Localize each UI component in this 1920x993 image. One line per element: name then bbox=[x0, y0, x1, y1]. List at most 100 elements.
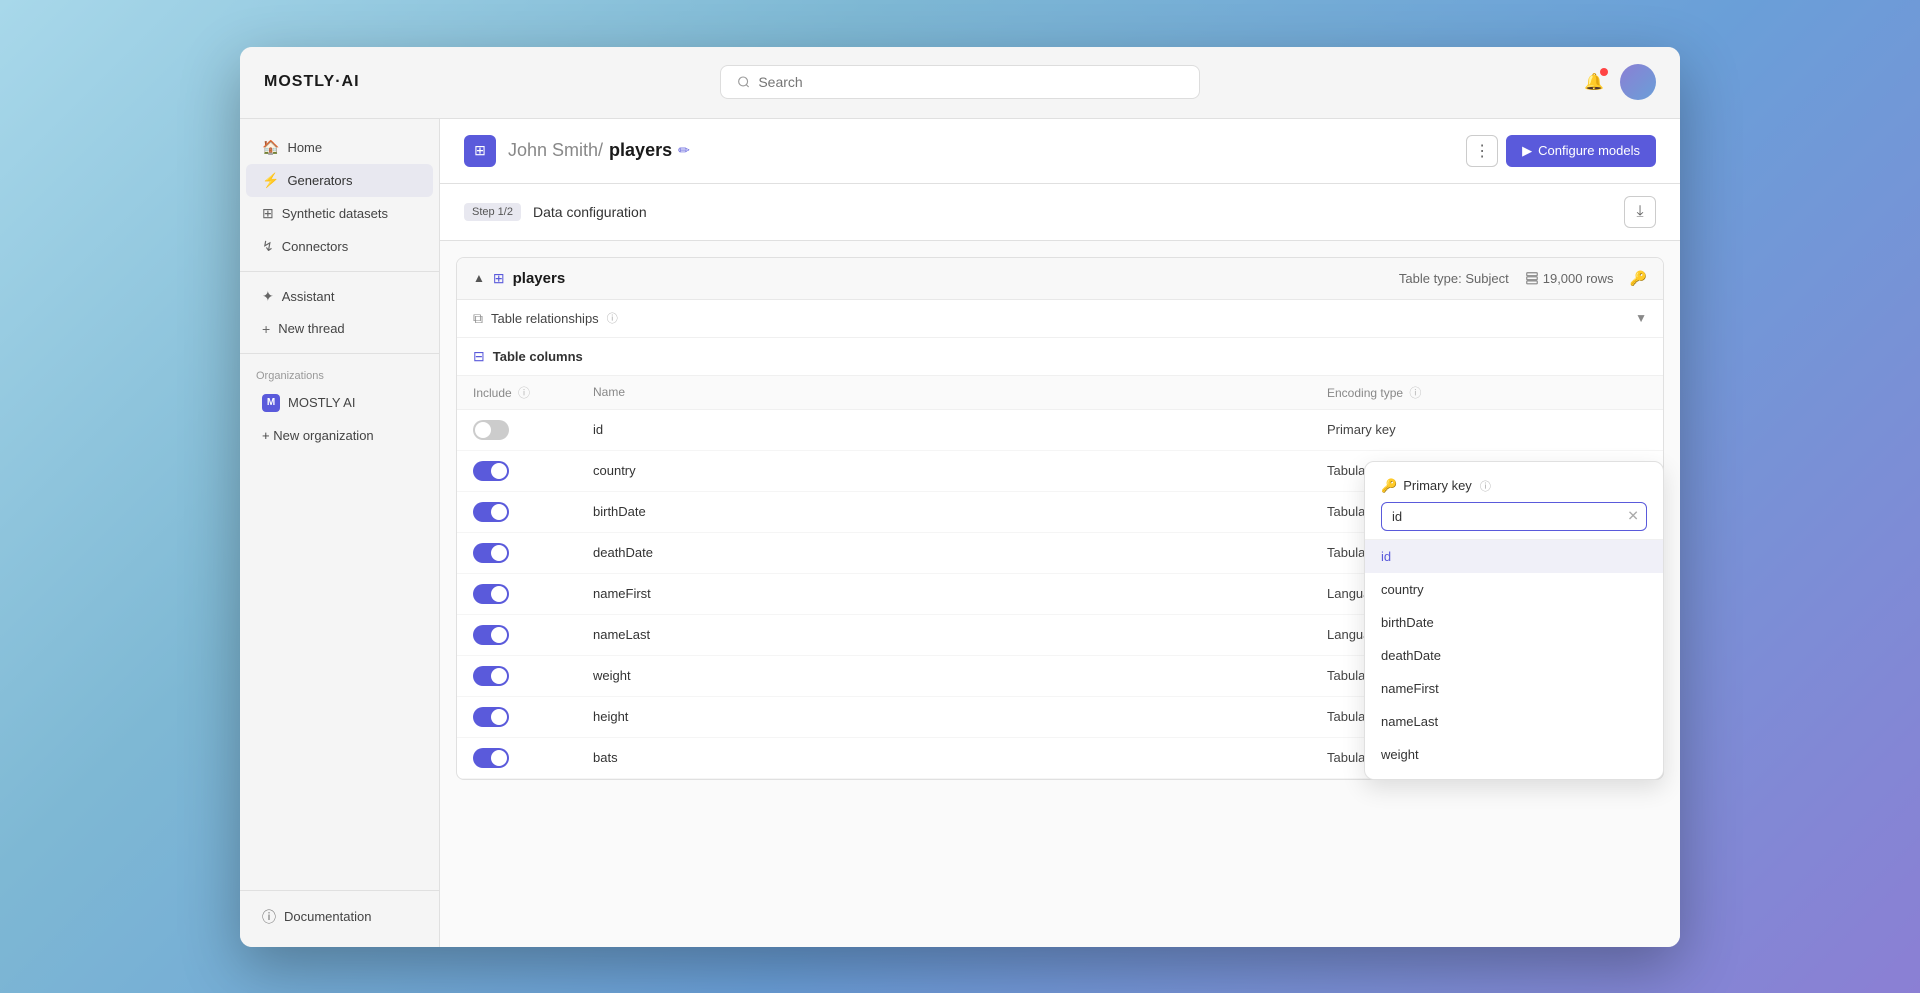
sidebar-label-new-thread: New thread bbox=[278, 321, 344, 336]
sidebar-item-mostly-ai[interactable]: M MOSTLY AI bbox=[246, 386, 433, 420]
sidebar-label-connectors: Connectors bbox=[282, 239, 348, 254]
pk-key-icon: 🔑 bbox=[1381, 478, 1397, 494]
collapse-chevron[interactable]: ▲ bbox=[473, 271, 485, 285]
columns-icon: ⊟ bbox=[473, 348, 485, 365]
page-header: ⊞ John Smith/ players ✏ ⋮ ▶ Configure mo… bbox=[440, 119, 1680, 184]
table-header: ▲ ⊞ players Table type: Subject 19,000 r… bbox=[457, 258, 1663, 300]
row-encoding: Primary key bbox=[1327, 422, 1607, 437]
bell-icon: 🔔 bbox=[1584, 74, 1604, 91]
pk-info-icon: ⓘ bbox=[1480, 478, 1491, 494]
pk-header: 🔑 Primary key ⓘ bbox=[1365, 462, 1663, 502]
sidebar-item-generators[interactable]: ⚡ Generators bbox=[246, 164, 433, 197]
toggle-cell bbox=[473, 584, 593, 604]
sidebar-item-documentation[interactable]: ⓘ Documentation bbox=[246, 899, 433, 935]
primary-key-overlay: 🔑 Primary key ⓘ ✕ idcountrybirthDatedeat… bbox=[1364, 461, 1664, 780]
connectors-icon: ↯ bbox=[262, 238, 274, 255]
page-title-area: John Smith/ players ✏ bbox=[508, 140, 690, 161]
pk-clear-icon[interactable]: ✕ bbox=[1627, 508, 1639, 525]
sidebar-label-synthetic: Synthetic datasets bbox=[282, 206, 388, 221]
more-options-button[interactable]: ⋮ bbox=[1466, 135, 1498, 167]
row-toggle[interactable] bbox=[473, 748, 509, 768]
configure-models-button[interactable]: ▶ Configure models bbox=[1506, 135, 1656, 167]
search-input[interactable] bbox=[758, 74, 1183, 90]
row-toggle[interactable] bbox=[473, 625, 509, 645]
pk-input-container: ✕ bbox=[1381, 502, 1647, 531]
row-name: height bbox=[593, 709, 1327, 724]
encoding-header-label: Encoding type bbox=[1327, 386, 1403, 400]
rows-count: 19,000 rows bbox=[1543, 271, 1614, 286]
sidebar-item-assistant[interactable]: ✦ Assistant bbox=[246, 280, 433, 313]
toggle-cell bbox=[473, 707, 593, 727]
pk-option[interactable]: nameFirst bbox=[1365, 672, 1663, 705]
sidebar-item-new-org[interactable]: + New organization bbox=[246, 420, 433, 451]
step-right: ⤓ bbox=[1624, 196, 1656, 228]
toggle-cell bbox=[473, 420, 593, 440]
generators-icon: ⚡ bbox=[262, 172, 279, 189]
pk-option[interactable]: country bbox=[1365, 573, 1663, 606]
table-icon: ⊞ bbox=[493, 270, 505, 287]
row-name: weight bbox=[593, 668, 1327, 683]
organizations-section-label: Organizations bbox=[240, 362, 439, 386]
table-rows: 19,000 rows bbox=[1525, 271, 1614, 286]
col-header-name: Name bbox=[593, 385, 1327, 399]
content-area: ▲ ⊞ players Table type: Subject 19,000 r… bbox=[440, 241, 1680, 947]
include-info-icon: ⓘ bbox=[518, 386, 530, 400]
pk-option[interactable]: weight bbox=[1365, 738, 1663, 771]
breadcrumb-user: John Smith/ bbox=[508, 140, 603, 161]
table-type: Table type: Subject bbox=[1399, 271, 1509, 286]
sidebar: 🏠 Home ⚡ Generators ⊞ Synthetic datasets… bbox=[240, 119, 440, 947]
home-icon: 🏠 bbox=[262, 139, 279, 156]
sidebar-item-synthetic-datasets[interactable]: ⊞ Synthetic datasets bbox=[246, 197, 433, 230]
sidebar-item-home[interactable]: 🏠 Home bbox=[246, 131, 433, 164]
row-toggle[interactable] bbox=[473, 666, 509, 686]
relationships-row[interactable]: ⧉ Table relationships ⓘ ▼ bbox=[457, 300, 1663, 338]
sidebar-label-org: MOSTLY AI bbox=[288, 395, 355, 410]
pk-option[interactable]: deathDate bbox=[1365, 639, 1663, 672]
primary-key-icon[interactable]: 🔑 bbox=[1630, 270, 1647, 287]
assistant-icon: ✦ bbox=[262, 288, 274, 305]
toggle-cell bbox=[473, 461, 593, 481]
search-icon bbox=[737, 75, 750, 89]
table-row: id Primary key bbox=[457, 410, 1663, 451]
pk-label: Primary key bbox=[1403, 478, 1472, 493]
org-icon: M bbox=[262, 394, 280, 412]
toggle-cell bbox=[473, 748, 593, 768]
column-headers: Include ⓘ Name Encoding type ⓘ bbox=[457, 376, 1663, 410]
encoding-info-icon: ⓘ bbox=[1409, 386, 1421, 400]
pk-option[interactable]: nameLast bbox=[1365, 705, 1663, 738]
table-meta: Table type: Subject 19,000 rows 🔑 bbox=[1399, 270, 1647, 287]
col-header-encoding: Encoding type ⓘ bbox=[1327, 384, 1607, 401]
sidebar-bottom: ⓘ Documentation bbox=[240, 890, 439, 935]
columns-label: Table columns bbox=[493, 349, 583, 364]
row-toggle[interactable] bbox=[473, 502, 509, 522]
pk-search-input[interactable] bbox=[1381, 502, 1647, 531]
notification-badge bbox=[1600, 68, 1608, 76]
row-toggle[interactable] bbox=[473, 584, 509, 604]
row-name: country bbox=[593, 463, 1327, 478]
row-toggle[interactable] bbox=[473, 461, 509, 481]
row-toggle[interactable] bbox=[473, 420, 509, 440]
pk-option[interactable]: birthDate bbox=[1365, 606, 1663, 639]
row-name: id bbox=[593, 422, 1327, 437]
sidebar-item-new-thread[interactable]: + New thread bbox=[246, 313, 433, 345]
edit-icon[interactable]: ✏ bbox=[678, 142, 690, 159]
avatar[interactable] bbox=[1620, 64, 1656, 100]
export-button[interactable]: ⤓ bbox=[1624, 196, 1656, 228]
app-logo: MOSTLY·AI bbox=[264, 73, 360, 91]
header-actions: ⋮ ▶ Configure models bbox=[1466, 135, 1656, 167]
toggle-cell bbox=[473, 502, 593, 522]
relationships-chevron[interactable]: ▼ bbox=[1635, 311, 1647, 325]
synthetic-datasets-icon: ⊞ bbox=[262, 205, 274, 222]
row-toggle[interactable] bbox=[473, 707, 509, 727]
sidebar-item-connectors[interactable]: ↯ Connectors bbox=[246, 230, 433, 263]
notification-bell[interactable]: 🔔 bbox=[1584, 72, 1604, 92]
relationships-label: Table relationships bbox=[491, 311, 599, 326]
pk-dropdown: idcountrybirthDatedeathDatenameFirstname… bbox=[1365, 539, 1663, 779]
pk-option[interactable]: id bbox=[1365, 540, 1663, 573]
include-header-label: Include bbox=[473, 386, 512, 400]
sidebar-divider-2 bbox=[240, 353, 439, 354]
search-bar[interactable] bbox=[720, 65, 1200, 99]
row-name: nameFirst bbox=[593, 586, 1327, 601]
row-toggle[interactable] bbox=[473, 543, 509, 563]
pk-option[interactable]: height bbox=[1365, 771, 1663, 779]
